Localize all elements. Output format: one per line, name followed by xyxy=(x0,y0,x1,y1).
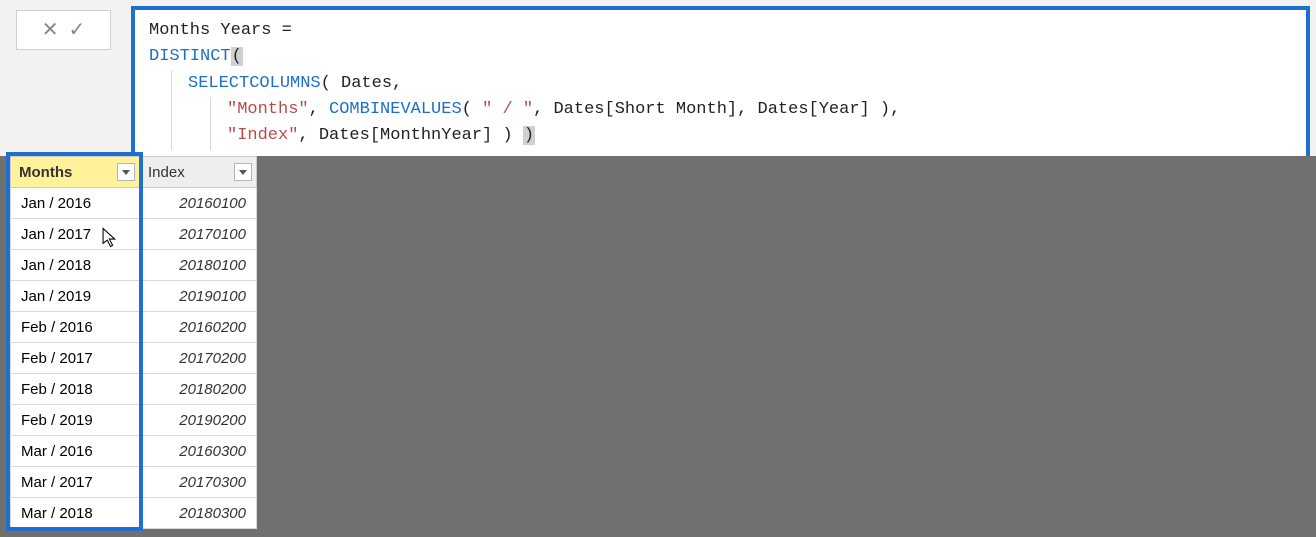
cell-index[interactable]: 20160100 xyxy=(140,188,257,219)
table-row[interactable]: Mar / 201620160300 xyxy=(11,436,257,467)
table-row[interactable]: Feb / 201720170200 xyxy=(11,343,257,374)
cell-months[interactable]: Jan / 2016 xyxy=(11,188,140,219)
data-grid-region: Months Index Jan / 201620160100Jan / 201… xyxy=(0,156,1316,537)
formula-actions: ✕ ✓ xyxy=(16,10,111,50)
fn-combinevalues: COMBINEVALUES xyxy=(329,100,462,119)
cell-months[interactable]: Feb / 2017 xyxy=(11,343,140,374)
cell-index[interactable]: 20160200 xyxy=(140,312,257,343)
table-row[interactable]: Jan / 201720170100 xyxy=(11,219,257,250)
cell-index[interactable]: 20180100 xyxy=(140,250,257,281)
cancel-icon[interactable]: ✕ xyxy=(42,20,59,40)
table-row[interactable]: Feb / 201820180200 xyxy=(11,374,257,405)
str-index: "Index" xyxy=(227,126,298,145)
cell-months[interactable]: Feb / 2019 xyxy=(11,405,140,436)
cell-index[interactable]: 20170200 xyxy=(140,343,257,374)
measure-name: Months Years xyxy=(149,21,282,40)
str-months: "Months" xyxy=(227,100,309,119)
filter-dropdown-icon[interactable] xyxy=(234,163,252,181)
cell-months[interactable]: Mar / 2017 xyxy=(11,467,140,498)
header-label: Months xyxy=(19,164,72,181)
formula-bar-row: ✕ ✓ Months Years = DISTINCT( SELECTCOLUM… xyxy=(0,0,1316,164)
fn-distinct: DISTINCT xyxy=(149,47,231,66)
data-table: Months Index Jan / 201620160100Jan / 201… xyxy=(10,156,257,529)
table-row[interactable]: Mar / 201820180300 xyxy=(11,498,257,529)
cell-months[interactable]: Mar / 2016 xyxy=(11,436,140,467)
cell-months[interactable]: Mar / 2018 xyxy=(11,498,140,529)
fn-selectcolumns: SELECTCOLUMNS xyxy=(188,74,321,93)
cell-months[interactable]: Jan / 2018 xyxy=(11,250,140,281)
cell-index[interactable]: 20170100 xyxy=(140,219,257,250)
table-row[interactable]: Mar / 201720170300 xyxy=(11,467,257,498)
header-row: Months Index xyxy=(11,157,257,188)
column-header-months[interactable]: Months xyxy=(11,157,140,188)
cell-index[interactable]: 20190100 xyxy=(140,281,257,312)
confirm-icon[interactable]: ✓ xyxy=(69,20,86,40)
table-row[interactable]: Feb / 201620160200 xyxy=(11,312,257,343)
cell-index[interactable]: 20170300 xyxy=(140,467,257,498)
open-paren: ( xyxy=(231,47,243,66)
table-row[interactable]: Jan / 201620160100 xyxy=(11,188,257,219)
cell-months[interactable]: Feb / 2016 xyxy=(11,312,140,343)
cell-index[interactable]: 20190200 xyxy=(140,405,257,436)
cell-months[interactable]: Feb / 2018 xyxy=(11,374,140,405)
cell-index[interactable]: 20180300 xyxy=(140,498,257,529)
table-row[interactable]: Jan / 201820180100 xyxy=(11,250,257,281)
cell-months[interactable]: Jan / 2019 xyxy=(11,281,140,312)
column-header-index[interactable]: Index xyxy=(140,157,257,188)
str-sep: " / " xyxy=(482,100,533,119)
cell-months[interactable]: Jan / 2017 xyxy=(11,219,140,250)
close-paren: ) xyxy=(523,126,535,145)
cell-index[interactable]: 20160300 xyxy=(140,436,257,467)
header-label: Index xyxy=(148,164,185,181)
cell-index[interactable]: 20180200 xyxy=(140,374,257,405)
dax-code[interactable]: Months Years = DISTINCT( SELECTCOLUMNS( … xyxy=(149,18,1296,150)
filter-dropdown-icon[interactable] xyxy=(117,163,135,181)
table-row[interactable]: Jan / 201920190100 xyxy=(11,281,257,312)
table-row[interactable]: Feb / 201920190200 xyxy=(11,405,257,436)
formula-editor[interactable]: Months Years = DISTINCT( SELECTCOLUMNS( … xyxy=(131,6,1310,164)
